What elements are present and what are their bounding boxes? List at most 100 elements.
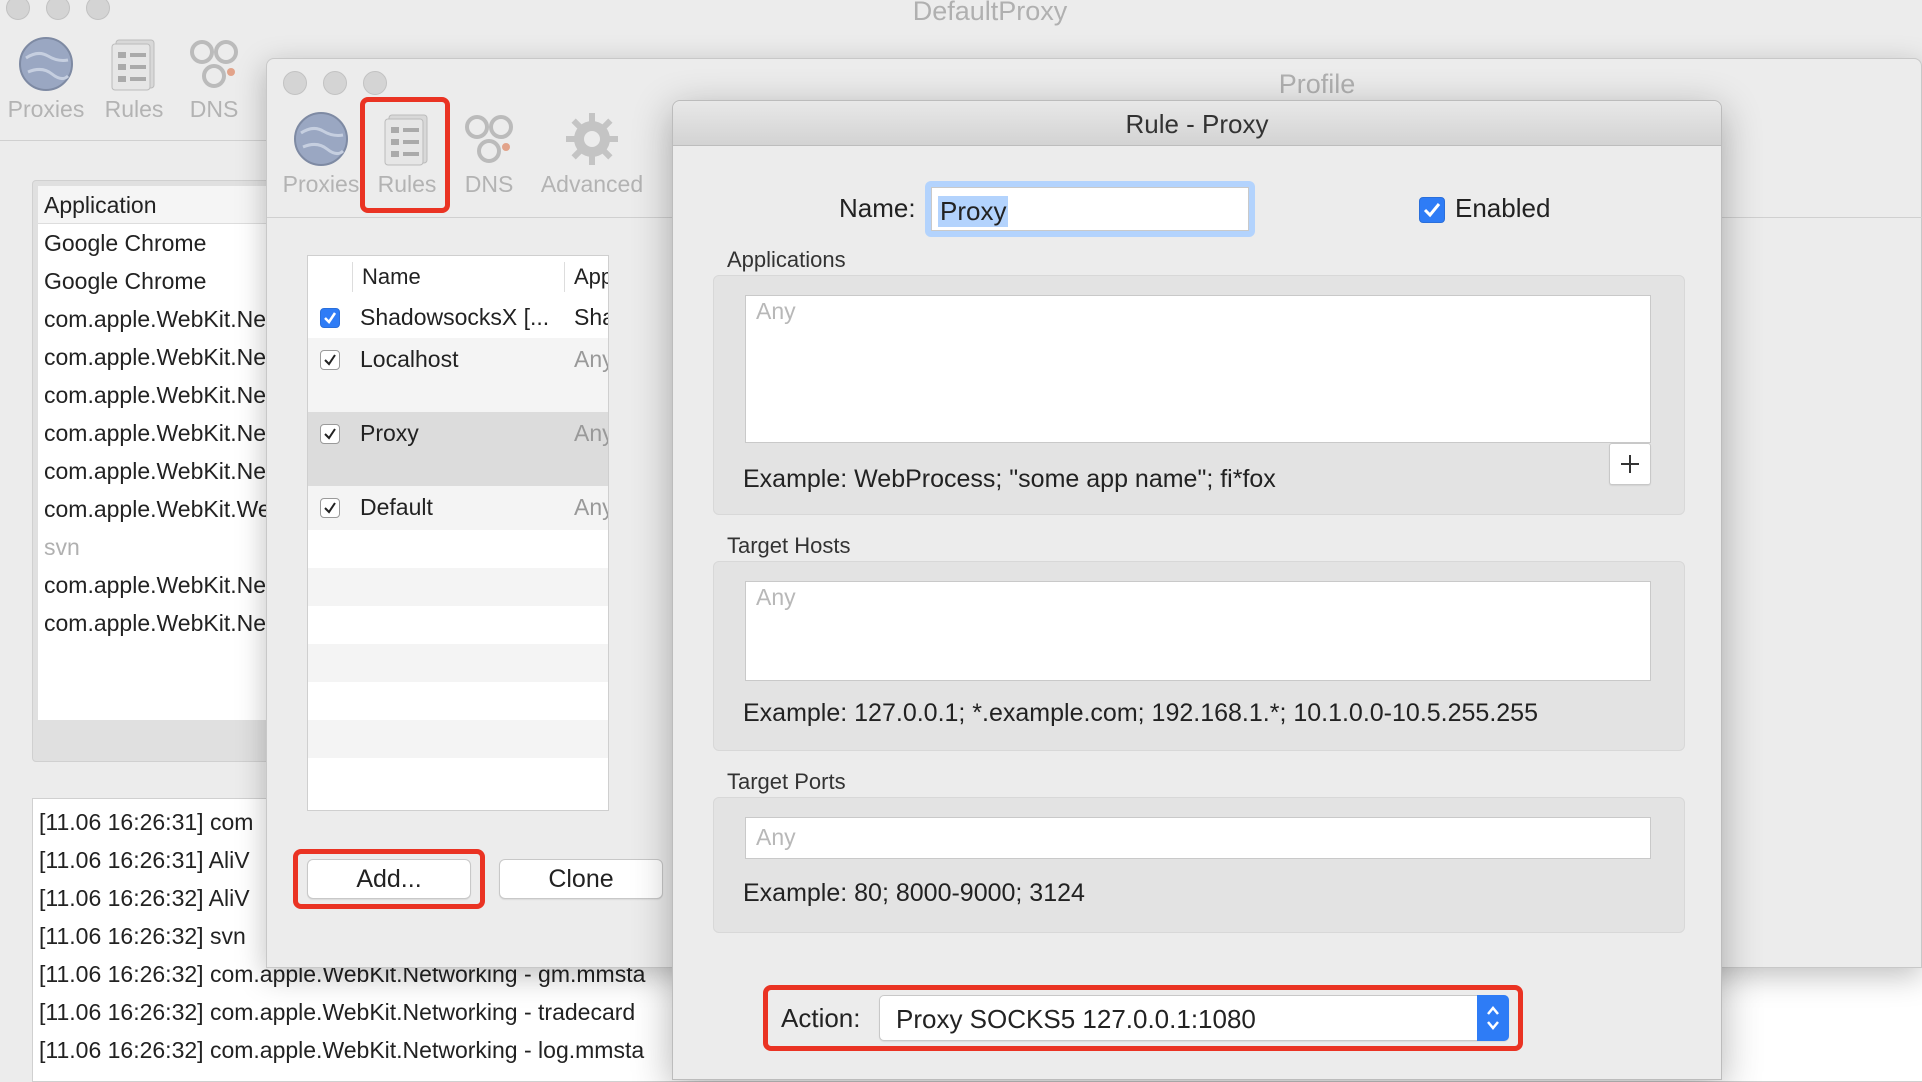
toolbar-dns-label: DNS bbox=[189, 96, 239, 122]
name-label: Name: bbox=[839, 193, 916, 223]
checkmark-icon bbox=[324, 502, 336, 514]
dns-icon bbox=[190, 40, 238, 88]
rules-table-header bbox=[308, 256, 608, 299]
action-select-value: Proxy SOCKS5 127.0.0.1:1080 bbox=[896, 1004, 1256, 1034]
enabled-checkbox[interactable] bbox=[1419, 197, 1445, 223]
row-checkbox[interactable] bbox=[320, 498, 340, 518]
table-row[interactable]: Localhost Any bbox=[308, 338, 608, 412]
action-select-arrows bbox=[1477, 995, 1509, 1041]
main-window-title: DefaultProxy bbox=[912, 0, 1068, 26]
list-item[interactable]: com.apple.WebKit.Net bbox=[38, 338, 272, 376]
table-row[interactable]: ShadowsocksX [... Shadows bbox=[308, 298, 608, 338]
row-app: Any bbox=[574, 494, 608, 520]
list-item[interactable]: com.apple.WebKit.Net bbox=[38, 300, 272, 338]
enabled-label: Enabled bbox=[1455, 193, 1551, 223]
checkmark-icon bbox=[324, 312, 337, 324]
rule-dialog: Rule - Proxy Name: Proxy Enabled Applica… bbox=[672, 100, 1722, 1080]
applications-label: Applications bbox=[727, 247, 846, 272]
gear-icon bbox=[566, 113, 618, 165]
toolbar-advanced-label: Advanced bbox=[540, 171, 644, 197]
toolbar-dns-label: DNS bbox=[464, 171, 514, 197]
target-ports-placeholder: Any bbox=[756, 824, 796, 850]
target-ports-example: Example: 80; 8000-9000; 3124 bbox=[743, 879, 1085, 907]
row-checkbox[interactable] bbox=[320, 350, 340, 370]
zoom-window-button[interactable] bbox=[363, 71, 387, 95]
action-select[interactable]: Proxy SOCKS5 127.0.0.1:1080 bbox=[879, 995, 1509, 1041]
row-app: Any bbox=[574, 420, 608, 446]
row-app: Shadows bbox=[574, 304, 608, 330]
checkmark-icon bbox=[324, 428, 336, 440]
rules-highlight bbox=[360, 97, 450, 213]
minimize-window-button[interactable] bbox=[46, 0, 70, 20]
list-item[interactable]: com.apple.WebKit.Net bbox=[38, 566, 272, 604]
applications-input[interactable]: Any bbox=[745, 295, 1651, 443]
toolbar-advanced[interactable]: Advanced bbox=[537, 111, 647, 198]
log-line: [11.06 16:26:31] AliV bbox=[39, 847, 250, 873]
log-line: [11.06 16:26:31] com bbox=[39, 809, 254, 835]
list-item[interactable]: Google Chrome bbox=[38, 224, 206, 262]
list-item[interactable]: com.apple.WebKit.Net bbox=[38, 376, 272, 414]
target-ports-input[interactable]: Any bbox=[745, 817, 1651, 859]
column-header-name[interactable]: Name bbox=[362, 264, 421, 290]
row-checkbox[interactable] bbox=[320, 424, 340, 444]
minimize-window-button[interactable] bbox=[323, 71, 347, 95]
target-hosts-label: Target Hosts bbox=[727, 533, 851, 558]
globe-icon bbox=[294, 112, 348, 166]
profile-window-title: Profile bbox=[1278, 69, 1356, 99]
plus-icon bbox=[1621, 455, 1639, 473]
toolbar-rules-label: Rules bbox=[104, 96, 164, 122]
target-ports-label: Target Ports bbox=[727, 769, 846, 794]
log-line: [11.06 16:26:32] com.apple.WebKit.Networ… bbox=[39, 1037, 645, 1063]
name-input-value: Proxy bbox=[938, 196, 1009, 227]
add-highlight bbox=[293, 849, 485, 909]
log-line: [11.06 16:26:32] svn bbox=[39, 923, 246, 949]
row-checkbox[interactable] bbox=[320, 308, 340, 328]
globe-icon bbox=[19, 37, 73, 91]
row-name: ShadowsocksX [... bbox=[360, 304, 550, 330]
target-hosts-placeholder: Any bbox=[756, 584, 796, 610]
empty-row bbox=[308, 720, 608, 758]
rules-table[interactable]: Name Applicatio ShadowsocksX [... Shadow… bbox=[307, 255, 609, 811]
row-name: Default bbox=[360, 494, 433, 520]
toolbar-dns[interactable]: DNS bbox=[174, 36, 254, 123]
list-item[interactable]: com.apple.WebKit.Net bbox=[38, 452, 272, 490]
log-line: [11.06 16:26:32] com.apple.WebKit.Networ… bbox=[39, 999, 636, 1025]
toolbar-proxies[interactable]: Proxies bbox=[6, 36, 86, 123]
name-input[interactable]: Proxy bbox=[931, 187, 1249, 231]
toolbar-proxies[interactable]: Proxies bbox=[281, 111, 361, 198]
close-window-button[interactable] bbox=[283, 71, 307, 95]
dialog-title: Rule - Proxy bbox=[1125, 109, 1269, 139]
applications-placeholder: Any bbox=[756, 298, 796, 324]
close-window-button[interactable] bbox=[6, 0, 30, 20]
list-item[interactable]: com.apple.WebKit.Web bbox=[38, 490, 272, 528]
add-application-button[interactable] bbox=[1609, 443, 1651, 485]
table-row[interactable]: Proxy Any bbox=[308, 412, 608, 486]
list-item[interactable]: com.apple.WebKit.Net bbox=[38, 414, 272, 452]
list-item[interactable]: svn bbox=[38, 528, 80, 566]
checkmark-icon bbox=[1423, 203, 1441, 218]
applications-example: Example: WebProcess; "some app name"; fi… bbox=[743, 465, 1276, 493]
row-name: Proxy bbox=[360, 420, 419, 446]
target-hosts-example: Example: 127.0.0.1; *.example.com; 192.1… bbox=[743, 699, 1538, 727]
rules-list-icon bbox=[111, 39, 155, 91]
dns-icon bbox=[465, 115, 513, 163]
header-divider bbox=[564, 262, 565, 292]
zoom-window-button[interactable] bbox=[86, 0, 110, 20]
log-line: [11.06 16:26:32] AliV bbox=[39, 885, 250, 911]
list-item[interactable]: Google Chrome bbox=[38, 262, 206, 300]
empty-row bbox=[308, 568, 608, 606]
row-app: Any bbox=[574, 346, 608, 372]
app-list-header[interactable]: Application bbox=[38, 186, 272, 224]
list-item[interactable]: com.apple.WebKit.Net bbox=[38, 604, 272, 642]
toolbar-rules[interactable]: Rules bbox=[94, 36, 174, 123]
app-list[interactable]: Application Google Chrome Google Chrome … bbox=[38, 186, 272, 720]
chevron-updown-icon bbox=[1487, 1006, 1499, 1030]
row-name: Localhost bbox=[360, 346, 459, 372]
toolbar-dns[interactable]: DNS bbox=[449, 111, 529, 198]
header-divider bbox=[352, 262, 353, 292]
column-header-app[interactable]: Applicatio bbox=[574, 264, 608, 290]
table-row[interactable]: Default Any bbox=[308, 486, 608, 530]
clone-rule-button[interactable]: Clone bbox=[499, 859, 663, 899]
action-label: Action: bbox=[781, 1003, 861, 1033]
target-hosts-input[interactable]: Any bbox=[745, 581, 1651, 681]
